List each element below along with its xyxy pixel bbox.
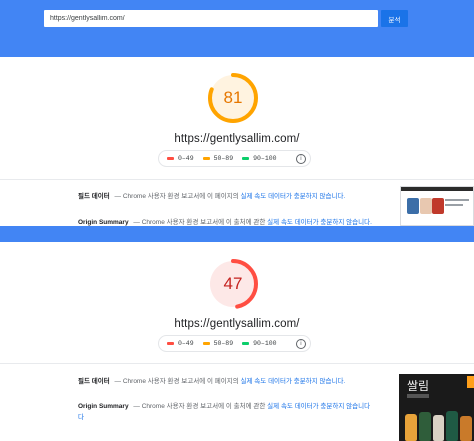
origin-summary-row: Origin Summary — Chrome 사용자 환경 보고서에 이 출처…	[78, 400, 370, 410]
divider	[0, 179, 474, 180]
legend-good: 90–100	[242, 340, 277, 347]
info-icon[interactable]: i	[296, 338, 306, 349]
score-legend: 0–49 50–89 90–100 i	[158, 150, 311, 167]
legend-poor-label: 0–49	[178, 155, 194, 162]
performance-score: 81	[223, 88, 243, 107]
product-image	[432, 198, 444, 214]
field-data-row: 필드 데이터 — Chrome 사용자 환경 보고서에 이 페이지의 실제 속도…	[78, 190, 345, 200]
red-dash-icon	[167, 342, 174, 345]
legend-good-label: 90–100	[253, 340, 277, 347]
info-icon[interactable]: i	[296, 153, 306, 164]
field-data-row: 필드 데이터 — Chrome 사용자 환경 보고서에 이 페이지의 실제 속도…	[78, 375, 345, 385]
legend-average-label: 50–89	[213, 155, 234, 162]
thumbnail-text	[445, 204, 463, 206]
thumbnail-text	[445, 199, 469, 201]
origin-summary-text: Chrome 사용자 환경 보고서에 이 출처에 관한	[141, 219, 266, 226]
field-data-text: Chrome 사용자 환경 보고서에 이 페이지의	[122, 193, 239, 200]
performance-score-gauge: 81	[206, 71, 260, 125]
score-legend: 0–49 50–89 90–100 i	[158, 335, 311, 352]
dash: —	[133, 403, 140, 410]
product-image	[419, 412, 431, 441]
page-screenshot-thumbnail: 쌀림	[399, 374, 474, 441]
legend-poor-label: 0–49	[178, 340, 194, 347]
legend-good: 90–100	[242, 155, 277, 162]
divider	[0, 363, 474, 364]
orange-dash-icon	[202, 342, 210, 345]
page-screenshot-thumbnail	[400, 186, 474, 226]
field-data-label: 필드 데이터	[78, 378, 110, 385]
site-logo: 쌀림	[407, 379, 430, 393]
origin-summary-link[interactable]: 실제 속도 데이터가 충분하지 않습니다.	[267, 219, 372, 226]
legend-average: 50–89	[202, 155, 234, 162]
origin-summary-label: Origin Summary	[78, 403, 129, 410]
product-image	[420, 198, 432, 214]
dash: —	[114, 378, 122, 385]
dash: —	[114, 193, 122, 200]
analyze-button[interactable]: 분석	[381, 10, 408, 27]
legend-good-label: 90–100	[253, 155, 277, 162]
origin-summary-text: Chrome 사용자 환경 보고서에 이 출처에 관한	[141, 403, 266, 410]
green-dash-icon	[242, 342, 250, 345]
header-band	[0, 0, 474, 57]
green-dash-icon	[242, 157, 250, 160]
origin-summary-link[interactable]: 실제 속도 데이터가 충분하지 않습니다	[267, 403, 370, 410]
thumbnail-header	[401, 187, 473, 191]
performance-score-gauge: 47	[206, 257, 260, 311]
product-image	[446, 411, 458, 441]
origin-summary-row: Origin Summary — Chrome 사용자 환경 보고서에 이 출처…	[78, 216, 372, 226]
legend-average: 50–89	[202, 340, 234, 347]
thumbnail-accent	[467, 376, 474, 388]
product-image	[433, 415, 444, 441]
field-data-label: 필드 데이터	[78, 193, 110, 200]
thumbnail-tag	[407, 394, 429, 398]
header-band	[0, 226, 474, 242]
product-image	[405, 414, 417, 441]
url-input[interactable]	[44, 10, 378, 27]
product-image	[460, 416, 472, 441]
legend-average-label: 50–89	[213, 340, 234, 347]
origin-summary-label: Origin Summary	[78, 219, 129, 226]
dash: —	[133, 219, 140, 226]
tested-url: https://gentlysallim.com/	[174, 318, 300, 330]
orange-dash-icon	[202, 157, 210, 160]
field-data-text: Chrome 사용자 환경 보고서에 이 페이지의	[122, 378, 239, 385]
origin-summary-link-wrap[interactable]: 다	[78, 411, 84, 421]
performance-score: 47	[223, 274, 243, 293]
field-data-link[interactable]: 실제 속도 데이터가 충분하지 않습니다.	[241, 378, 346, 385]
legend-poor: 0–49	[167, 340, 194, 347]
red-dash-icon	[167, 157, 174, 160]
field-data-link[interactable]: 실제 속도 데이터가 충분하지 않습니다.	[241, 193, 346, 200]
tested-url: https://gentlysallim.com/	[174, 133, 300, 145]
product-image	[407, 198, 419, 214]
legend-poor: 0–49	[167, 155, 194, 162]
